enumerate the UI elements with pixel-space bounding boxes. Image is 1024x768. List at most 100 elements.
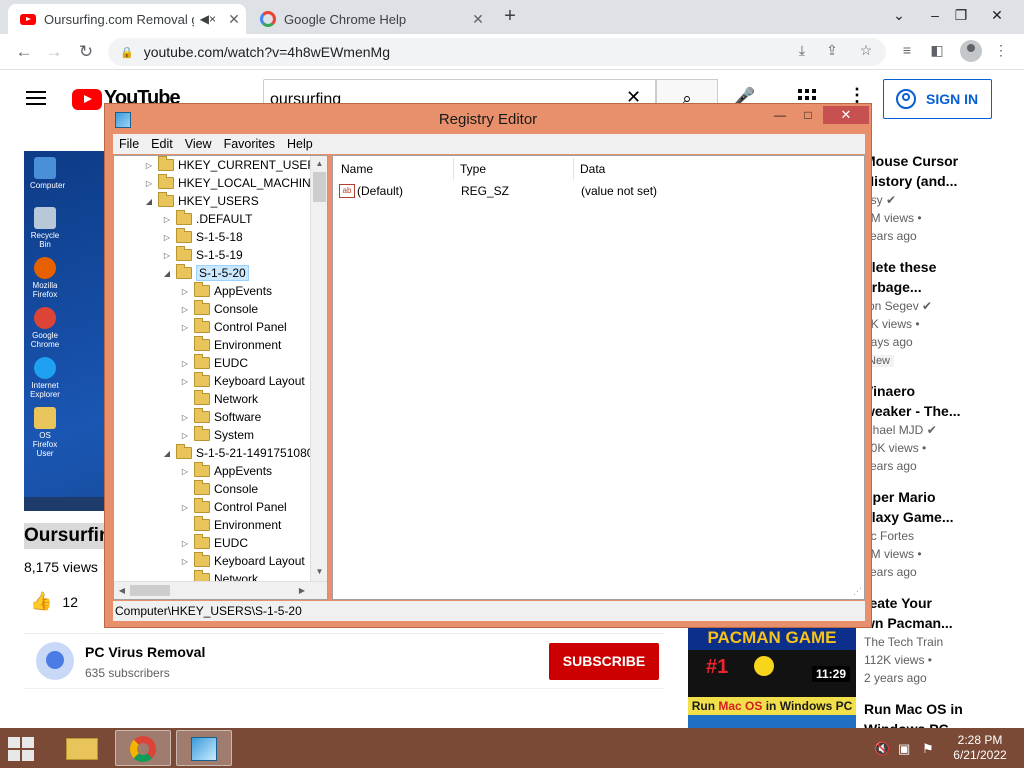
tree-node[interactable]: ▷ HKEY_CURRENT_USER — [144, 156, 316, 174]
speaker-muted-icon[interactable]: ◀× — [200, 12, 216, 26]
expand-arrow-icon[interactable]: ▷ — [162, 233, 172, 242]
tree-node[interactable]: Environment — [180, 336, 281, 354]
column-header-name[interactable]: Name — [341, 162, 373, 178]
expand-arrow-icon[interactable]: ▷ — [180, 323, 190, 332]
column-header-type[interactable]: Type — [460, 162, 486, 178]
tab-close-icon[interactable]: ✕ — [222, 11, 246, 28]
tree-node[interactable]: ▷ Software — [180, 408, 261, 426]
recommendation-item[interactable]: Vinaero weaker - The... ichael MJD ✔ 60K… — [864, 381, 1024, 475]
media-queue-icon[interactable]: ≡ — [896, 42, 918, 58]
expand-arrow-icon[interactable]: ▷ — [180, 287, 190, 296]
share-icon[interactable]: ⇪ — [822, 42, 842, 59]
menu-favorites[interactable]: Favorites — [218, 137, 281, 151]
macos-thumbnail[interactable]: Run Mac OS in Windows PC — [688, 697, 856, 728]
scroll-thumb[interactable] — [313, 172, 326, 202]
menu-view[interactable]: View — [179, 137, 218, 151]
tree-vertical-scrollbar[interactable]: ▲ ▼ — [310, 156, 327, 581]
collapse-arrow-icon[interactable]: ◢ — [162, 269, 172, 278]
column-header-data[interactable]: Data — [580, 162, 605, 178]
expand-arrow-icon[interactable]: ▷ — [180, 467, 190, 476]
chrome-menu-icon[interactable]: ⋮ — [990, 42, 1012, 59]
recommendation-item[interactable]: uper Mario alaxy Game... ric Fortes 1M v… — [864, 487, 1024, 581]
restore-button[interactable]: ❐ — [944, 0, 978, 30]
regedit-close-button[interactable]: ✕ — [823, 106, 869, 124]
tab-search-dropdown-icon[interactable]: ⌄ — [882, 0, 916, 30]
like-button[interactable]: 👍 12 — [30, 591, 78, 612]
file-explorer-taskbar-icon[interactable] — [54, 730, 110, 766]
tree-node[interactable]: ▷ S-1-5-19 — [162, 246, 243, 264]
expand-arrow-icon[interactable]: ▷ — [180, 413, 190, 422]
tree-node[interactable]: ▷ .DEFAULT — [162, 210, 252, 228]
tree-node[interactable]: ▷ Control Panel — [180, 318, 287, 336]
profile-avatar-icon[interactable] — [960, 40, 982, 62]
expand-arrow-icon[interactable]: ▷ — [144, 161, 154, 170]
scroll-up-icon[interactable]: ▲ — [311, 156, 327, 172]
recommendation-item[interactable]: reate Your wn Pacman... The Tech Train 1… — [864, 593, 1024, 687]
tree-horizontal-scrollbar[interactable]: ◀ ▶ — [114, 581, 327, 599]
tab-close-icon[interactable]: ✕ — [466, 11, 490, 28]
network-icon[interactable]: ▣ — [898, 741, 910, 757]
tree-node[interactable]: ▷ Control Panel — [180, 498, 287, 516]
reload-icon[interactable]: ↻ — [74, 40, 98, 64]
expand-arrow-icon[interactable]: ▷ — [162, 215, 172, 224]
collapse-arrow-icon[interactable]: ◢ — [162, 449, 172, 458]
tree-node[interactable]: ▷ System — [180, 426, 254, 444]
tab-chrome-help[interactable]: Google Chrome Help ✕ — [250, 4, 490, 34]
menu-help[interactable]: Help — [281, 137, 319, 151]
tree-node[interactable]: ▷ Keyboard Layout — [180, 372, 305, 390]
tree-node[interactable]: ▷ S-1-5-18 — [162, 228, 243, 246]
expand-arrow-icon[interactable]: ▷ — [162, 251, 172, 260]
scroll-right-icon[interactable]: ▶ — [294, 582, 310, 599]
tree-node[interactable]: ▷ Keyboard Layout — [180, 552, 305, 570]
channel-avatar[interactable] — [36, 642, 74, 680]
expand-arrow-icon[interactable]: ▷ — [144, 179, 154, 188]
expand-arrow-icon[interactable]: ▷ — [180, 557, 190, 566]
new-tab-button[interactable]: + — [498, 5, 522, 28]
tree-node[interactable]: ◢ HKEY_USERS — [144, 192, 259, 210]
expand-arrow-icon[interactable]: ▷ — [180, 431, 190, 440]
tree-node[interactable]: ◢ S-1-5-21-1491751080- — [162, 444, 317, 462]
expand-arrow-icon[interactable]: ▷ — [180, 539, 190, 548]
expand-arrow-icon[interactable]: ▷ — [180, 503, 190, 512]
recommendation-item[interactable]: Run Mac OS in Windows PC — [864, 699, 1024, 728]
bookmark-star-icon[interactable]: ☆ — [856, 42, 876, 59]
regedit-maximize-button[interactable]: □ — [795, 106, 821, 124]
recommendation-item[interactable]: elete these arbage... ron Segev ✔ 4K vie… — [864, 257, 1024, 369]
tree-node[interactable]: ▷ EUDC — [180, 534, 248, 552]
tree-node[interactable]: ▷ HKEY_LOCAL_MACHINE — [144, 174, 319, 192]
regedit-titlebar[interactable]: Registry Editor — □ ✕ — [105, 104, 871, 134]
expand-arrow-icon[interactable]: ▷ — [180, 305, 190, 314]
tree-node[interactable]: Network — [180, 390, 258, 408]
tree-node[interactable]: ▷ AppEvents — [180, 462, 272, 480]
tree-node[interactable]: ▷ EUDC — [180, 354, 248, 372]
scroll-thumb[interactable] — [130, 585, 170, 596]
channel-name[interactable]: PC Virus Removal — [85, 644, 205, 660]
scroll-down-icon[interactable]: ▼ — [311, 564, 327, 580]
scroll-left-icon[interactable]: ◀ — [114, 582, 130, 599]
start-windows-icon[interactable] — [6, 736, 36, 762]
regedit-minimize-button[interactable]: — — [767, 106, 793, 124]
forward-arrow-icon[interactable]: → — [42, 40, 66, 64]
tree-node[interactable]: ▷ AppEvents — [180, 282, 272, 300]
address-bar[interactable]: 🔒 youtube.com/watch?v=4h8wEWmenMg — [108, 38, 886, 66]
system-clock[interactable]: 2:28 PM 6/21/2022 — [940, 733, 1020, 763]
side-panel-icon[interactable]: ◧ — [926, 42, 948, 59]
close-window-button[interactable]: ✕ — [980, 0, 1014, 30]
expand-arrow-icon[interactable]: ▷ — [180, 359, 190, 368]
sign-in-button[interactable]: SIGN IN — [883, 79, 992, 119]
youtube-logo-icon[interactable] — [72, 89, 102, 110]
tree-node[interactable]: ▷ Console — [180, 300, 258, 318]
collapse-arrow-icon[interactable]: ◢ — [144, 197, 154, 206]
expand-arrow-icon[interactable]: ▷ — [180, 377, 190, 386]
tree-node[interactable]: ◢ S-1-5-20 — [162, 264, 249, 282]
regedit-taskbar-icon[interactable] — [176, 730, 232, 766]
action-center-flag-icon[interactable]: ⚑ — [922, 741, 934, 757]
recommendation-item[interactable]: Mouse Cursor History (and... osy ✔ 4M vi… — [864, 151, 1024, 245]
menu-file[interactable]: File — [113, 137, 145, 151]
menu-edit[interactable]: Edit — [145, 137, 179, 151]
tab-oursurfing[interactable]: Oursurfing.com Removal gu ◀× ✕ — [8, 4, 246, 34]
tree-node[interactable]: Console — [180, 480, 258, 498]
volume-muted-icon[interactable]: 🔇 — [874, 741, 890, 757]
chrome-taskbar-icon[interactable] — [115, 730, 171, 766]
resize-grip-icon[interactable]: ⋰ — [853, 586, 862, 597]
